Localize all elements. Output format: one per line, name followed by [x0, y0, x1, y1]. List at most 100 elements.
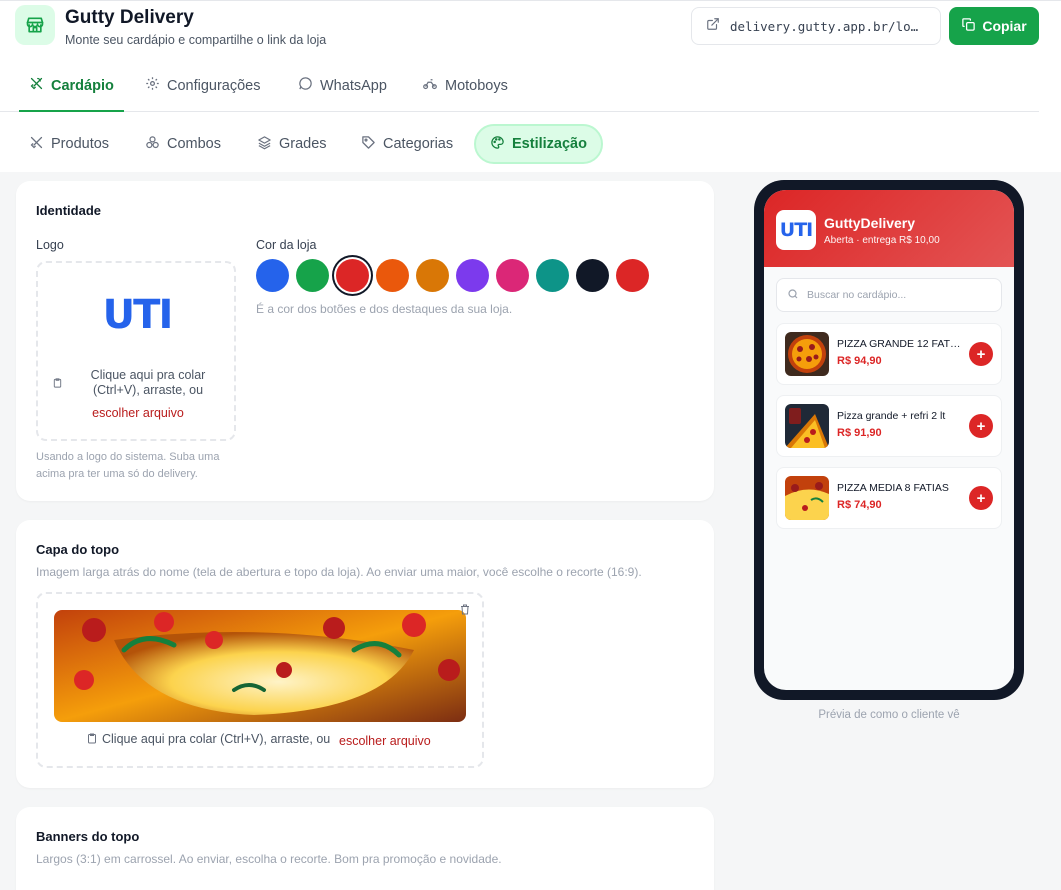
subtab-grades-label: Grades [279, 136, 327, 152]
bike-icon [422, 76, 438, 95]
copy-icon [961, 17, 976, 35]
product-price: R$ 94,90 [837, 355, 882, 367]
logo-choose-file-link[interactable]: escolher arquivo [78, 406, 198, 420]
product-name: PIZZA MEDIA 8 FATIAS [837, 482, 949, 494]
phone-preview: UTI GuttyDelivery Aberta · entrega R$ 10… [754, 180, 1024, 700]
color-swatch-amber[interactable] [416, 259, 449, 292]
subtab-estilizacao[interactable]: Estilização [474, 124, 603, 164]
phone-store-logo: UTI [776, 210, 816, 250]
tabs-bg [1039, 60, 1061, 112]
tab-configuracoes-label: Configurações [167, 77, 261, 94]
app-title: Gutty Delivery [65, 7, 194, 28]
product-image [785, 332, 829, 376]
tab-configuracoes[interactable]: Configurações [145, 60, 261, 111]
product-image [785, 404, 829, 448]
product-card[interactable]: Pizza grande + refri 2 lt R$ 91,90 + [776, 395, 1002, 457]
product-price: R$ 74,90 [837, 499, 882, 511]
logo-dropzone[interactable]: UTI Clique aqui pra colar (Ctrl+V), arra… [36, 261, 236, 441]
gear-icon [145, 76, 160, 95]
color-swatch-orange[interactable] [376, 259, 409, 292]
color-swatch-red-selected[interactable] [336, 259, 369, 292]
tab-cardapio-label: Cardápio [51, 77, 114, 94]
identity-card: Identidade Logo UTI Clique aqui pra cola… [16, 181, 714, 501]
store-url-field[interactable]: delivery.gutty.app.br/lo… [691, 7, 941, 45]
app-subtitle: Monte seu cardápio e compartilhe o link … [65, 33, 327, 47]
product-name: Pizza grande + refri 2 lt [837, 410, 946, 422]
color-swatch-purple[interactable] [456, 259, 489, 292]
tab-motoboys-label: Motoboys [445, 77, 508, 94]
product-card[interactable]: PIZZA GRANDE 12 FATIAS R$ 94,90 + [776, 323, 1002, 385]
logo-label: Logo [36, 238, 64, 252]
product-card[interactable]: PIZZA MEDIA 8 FATIAS R$ 74,90 + [776, 467, 1002, 529]
color-swatch-green[interactable] [296, 259, 329, 292]
phone-header: UTI GuttyDelivery Aberta · entrega R$ 10… [764, 190, 1014, 267]
cover-choose-file-link[interactable]: escolher arquivo [339, 734, 431, 748]
search-icon [787, 288, 799, 303]
palette-icon [490, 135, 505, 154]
phone-store-name: GuttyDelivery [824, 215, 916, 231]
utensils-icon [29, 135, 44, 154]
tab-whatsapp-label: WhatsApp [320, 77, 387, 94]
color-swatch-pink[interactable] [496, 259, 529, 292]
clipboard-icon [86, 732, 98, 750]
subtab-categorias[interactable]: Categorias [361, 124, 453, 164]
external-link-icon[interactable] [706, 17, 720, 36]
subtab-estilizacao-label: Estilização [512, 136, 587, 152]
utensils-icon [29, 76, 44, 95]
subtab-combos[interactable]: Combos [145, 124, 221, 164]
add-product-button[interactable]: + [969, 414, 993, 438]
trash-icon[interactable] [459, 603, 471, 621]
cover-title: Capa do topo [36, 542, 120, 557]
color-swatch-blue[interactable] [256, 259, 289, 292]
banners-desc: Largos (3:1) em carrossel. Ao enviar, es… [36, 852, 502, 866]
phone-search-placeholder: Buscar no cardápio... [807, 289, 907, 301]
color-swatch-teal[interactable] [536, 259, 569, 292]
subtab-grades[interactable]: Grades [257, 124, 327, 164]
combo-icon [145, 135, 160, 154]
preview-caption: Prévia de como o cliente vê [818, 709, 960, 721]
identity-title: Identidade [36, 203, 102, 218]
banners-card: Banners do topo Largos (3:1) em carrosse… [16, 807, 714, 890]
logo-drop-text: Clique aqui pra colar (Ctrl+V), arraste,… [90, 368, 206, 397]
phone-screen: UTI GuttyDelivery Aberta · entrega R$ 10… [764, 190, 1014, 690]
cover-desc: Imagem larga atrás do nome (tela de aber… [36, 565, 642, 579]
subtab-produtos-label: Produtos [51, 136, 110, 152]
clipboard-icon [52, 376, 63, 394]
subtab-produtos[interactable]: Produtos [29, 124, 109, 164]
sub-tabs: Produtos Combos Grades Categorias Estili… [0, 112, 1061, 172]
tag-icon [361, 135, 376, 154]
logo-preview-text: UTI [102, 292, 174, 338]
product-name: PIZZA GRANDE 12 FATIAS [837, 338, 963, 350]
cover-image [54, 610, 466, 722]
color-label: Cor da loja [256, 238, 317, 252]
phone-search-input[interactable]: Buscar no cardápio... [776, 278, 1002, 312]
phone-logo-text: UTI [779, 219, 813, 241]
add-product-button[interactable]: + [969, 342, 993, 366]
tab-whatsapp[interactable]: WhatsApp [298, 60, 387, 111]
cover-dropzone[interactable]: Clique aqui pra colar (Ctrl+V), arraste,… [36, 592, 484, 768]
add-product-button[interactable]: + [969, 486, 993, 510]
app-header: Gutty Delivery Monte seu cardápio e comp… [0, 0, 1061, 60]
layers-icon [257, 135, 272, 154]
product-price: R$ 91,90 [837, 427, 882, 439]
store-url-text[interactable]: delivery.gutty.app.br/lo… [730, 19, 918, 34]
store-icon [15, 5, 55, 45]
color-swatch-black[interactable] [576, 259, 609, 292]
copy-button[interactable]: Copiar [949, 7, 1039, 45]
copy-button-label: Copiar [982, 18, 1027, 34]
color-hint: É a cor dos botões e dos destaques da su… [256, 302, 513, 316]
main-tabs: Cardápio Configurações WhatsApp Motoboys [0, 60, 1039, 112]
subtab-combos-label: Combos [167, 136, 221, 152]
subtab-categorias-label: Categorias [383, 136, 454, 152]
logo-preview: UTI [95, 291, 179, 339]
chat-icon [298, 76, 313, 95]
tab-motoboys[interactable]: Motoboys [422, 60, 508, 111]
tab-cardapio[interactable]: Cardápio [19, 60, 124, 112]
logo-note: Usando a logo do sistema. Suba uma acima… [36, 451, 220, 480]
color-swatch-custom-red[interactable] [616, 259, 649, 292]
product-image [785, 476, 829, 520]
cover-card: Capa do topo Imagem larga atrás do nome … [16, 520, 714, 788]
phone-store-status: Aberta · entrega R$ 10,00 [824, 235, 940, 246]
banners-title: Banners do topo [36, 829, 140, 844]
cover-drop-text: Clique aqui pra colar (Ctrl+V), arraste,… [102, 732, 331, 746]
